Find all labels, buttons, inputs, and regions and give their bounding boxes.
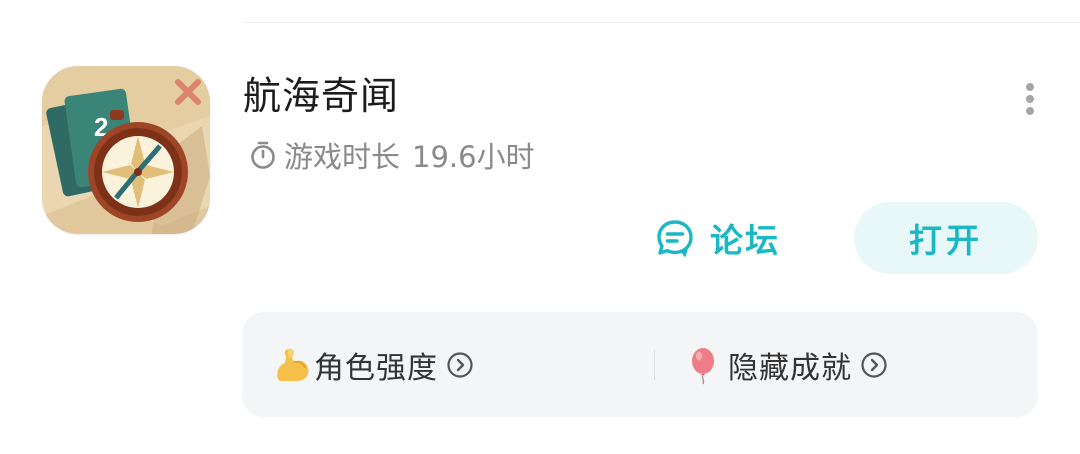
forum-label: 论坛 <box>710 221 780 260</box>
flexed-biceps-emoji <box>277 348 309 381</box>
forum-chat-icon <box>657 220 693 257</box>
open-label: 打开 <box>909 221 983 260</box>
character-strength-link[interactable]: 角色强度 <box>272 312 474 417</box>
hidden-achievements-link[interactable]: 隐藏成就 <box>686 312 888 417</box>
hidden-achievements-label: 隐藏成就 <box>728 350 852 386</box>
playtime: 游戏时长 19.6小时 <box>248 134 535 176</box>
top-divider <box>242 22 1080 23</box>
balloon-emoji <box>692 347 714 384</box>
chevron-right-circle-icon <box>447 351 473 378</box>
game-title: 航海奇闻 <box>243 74 400 118</box>
panel-divider <box>654 350 655 380</box>
playtime-label: 游戏时长 <box>284 140 401 174</box>
character-strength-label: 角色强度 <box>314 350 438 386</box>
game-app-icon[interactable]: 2 <box>42 66 210 234</box>
feature-panel: 角色强度 隐藏成就 <box>242 312 1038 417</box>
chevron-right-circle-icon <box>861 351 887 378</box>
stopwatch-icon <box>251 141 275 169</box>
forum-button[interactable]: 论坛 <box>654 212 780 264</box>
compass-cards-game-icon: 2 <box>42 66 210 234</box>
more-vertical-icon <box>1026 83 1034 115</box>
playtime-value: 19.6小时 <box>412 140 535 174</box>
more-options-button[interactable] <box>1012 78 1048 120</box>
open-button[interactable]: 打开 <box>854 202 1038 274</box>
